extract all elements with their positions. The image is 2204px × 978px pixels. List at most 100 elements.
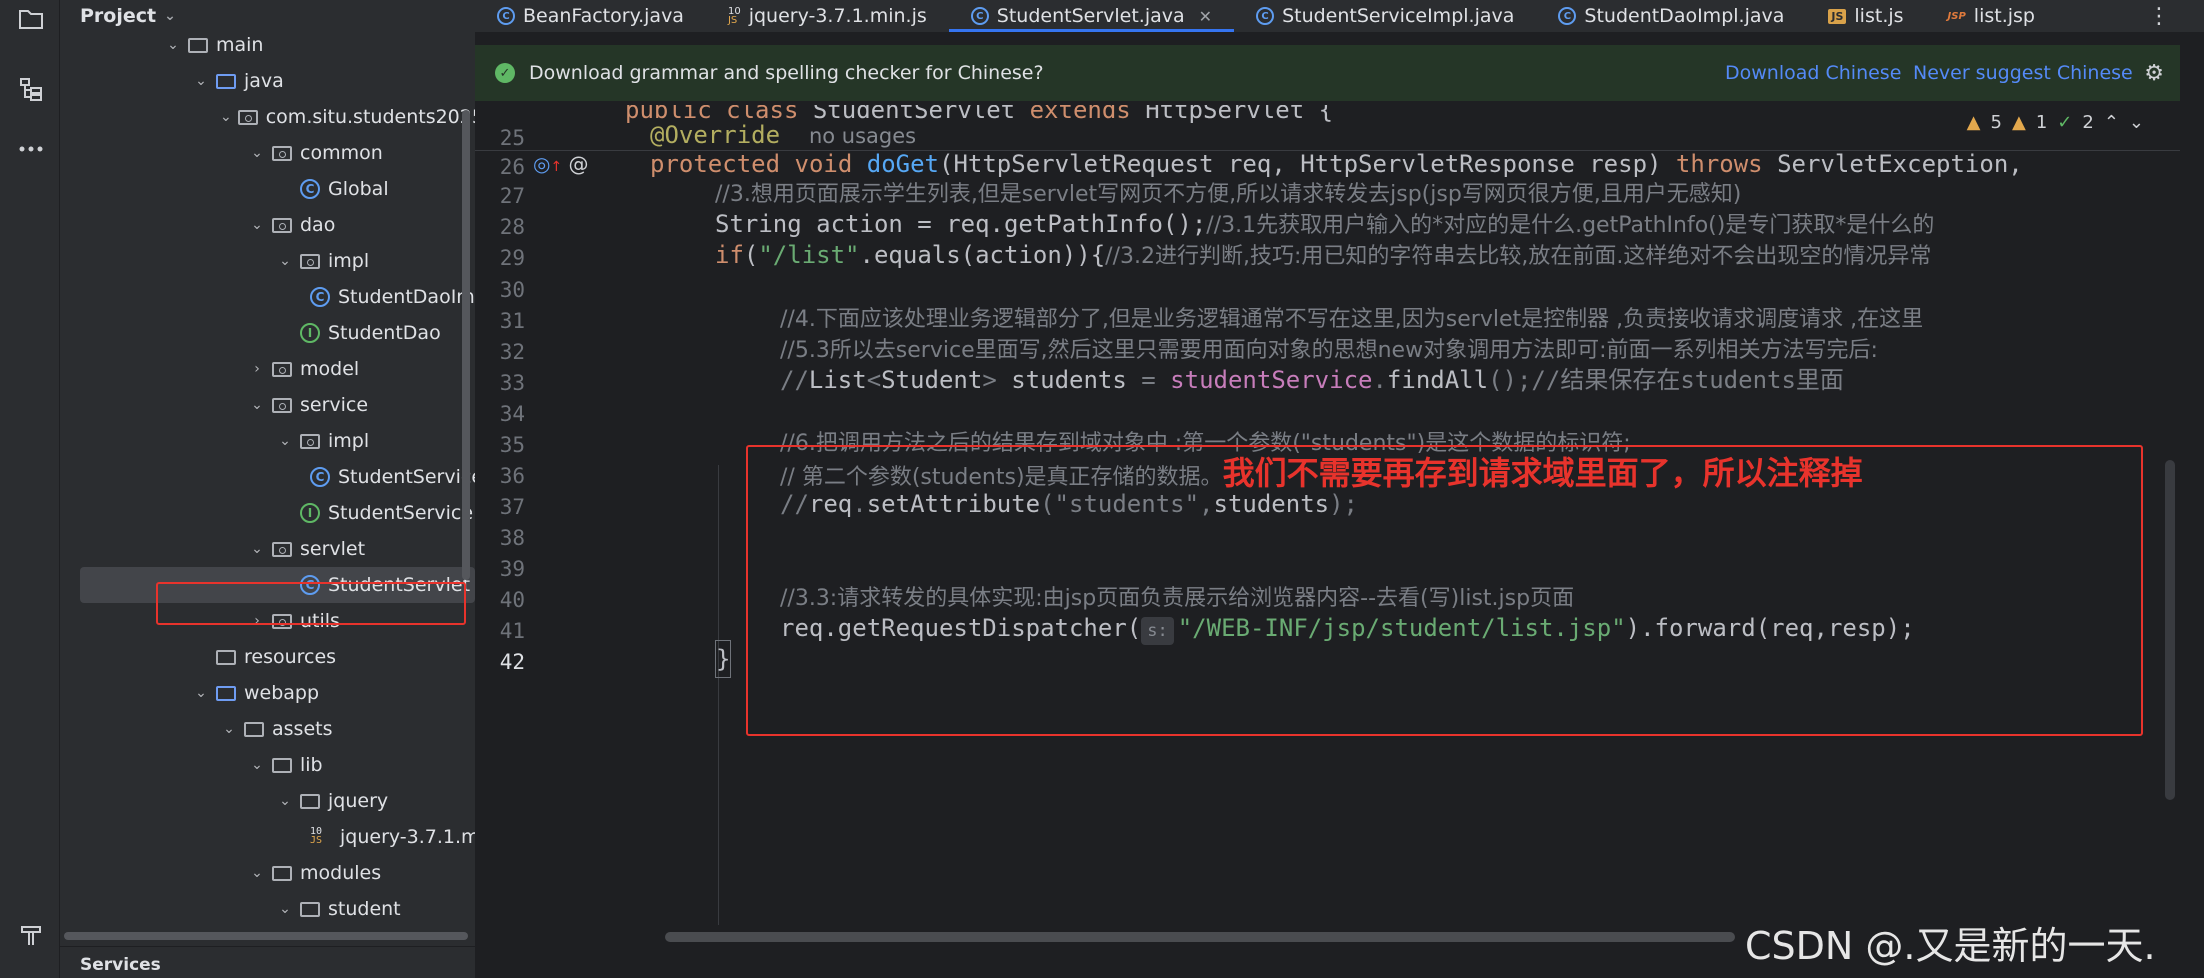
more-tools-icon[interactable] (14, 132, 48, 166)
chevron-down-icon[interactable]: ⌄ (2129, 112, 2144, 133)
chevron-down-icon[interactable]: ⌄ (276, 901, 294, 917)
tree-item-label: service (300, 394, 369, 416)
override-gutter-icon[interactable]: ◎↑ @ (533, 152, 589, 176)
chevron-down-icon[interactable]: ⌄ (276, 433, 294, 449)
chevron-down-icon[interactable]: ⌄ (276, 253, 294, 269)
tree-item[interactable]: ⌄ assets (60, 711, 475, 747)
tree-item-label: common (300, 142, 383, 164)
js-file-icon: 10 JS (310, 826, 323, 846)
tree-item[interactable]: › model (60, 351, 475, 387)
structure-icon[interactable] (14, 72, 48, 106)
chevron-up-icon[interactable]: ⌃ (2104, 112, 2119, 133)
tree-item-label: StudentServiceI (338, 466, 475, 488)
package-icon (237, 109, 258, 125)
tree-item[interactable]: ⌄ impl (60, 423, 475, 459)
editor-tab[interactable]: JS list.js (1806, 0, 1925, 32)
notification-banner: ✓ Download grammar and spelling checker … (475, 45, 2180, 101)
chevron-down-icon[interactable]: ⌄ (248, 217, 266, 233)
chevron-down-icon[interactable]: ⌄ (248, 397, 266, 413)
tree-item-label: assets (272, 718, 333, 740)
chevron-down-icon[interactable]: ⌄ (164, 8, 176, 24)
editor-tab[interactable]: C BeanFactory.java (475, 0, 706, 32)
class-icon: C (1256, 7, 1275, 25)
tree-item[interactable]: resources (60, 639, 475, 675)
tree-item[interactable]: C Global (60, 171, 475, 207)
chevron-down-icon[interactable]: ⌄ (276, 793, 294, 809)
chevron-down-icon[interactable]: ⌄ (248, 757, 266, 773)
class-icon: C (1558, 7, 1577, 25)
tree-item[interactable]: C StudentServiceI (60, 459, 475, 495)
tree-item[interactable]: ⌄ service (60, 387, 475, 423)
tree-item[interactable]: ⌄ servlet (60, 531, 475, 567)
close-icon[interactable]: ✕ (1199, 7, 1212, 26)
interface-icon: I (300, 323, 320, 343)
tree-item-label: main (216, 34, 264, 56)
tree-item-label: servlet (300, 538, 366, 560)
inspection-widget[interactable]: ▲ 5 ▲ 1 ✓ 2 ⌃ ⌄ (1967, 112, 2144, 133)
tree-item[interactable]: ⌄ webapp (60, 675, 475, 711)
chevron-down-icon[interactable]: ⌄ (248, 541, 266, 557)
chevron-down-icon[interactable]: ⌄ (192, 685, 210, 701)
services-tool-window[interactable]: Services (60, 946, 475, 978)
build-hammer-icon[interactable] (14, 918, 48, 952)
editor-tab[interactable]: C StudentServlet.java ✕ (948, 0, 1235, 32)
tree-item-label: jquery-3.7.1.min (340, 826, 475, 848)
editor-horizontal-scrollbar[interactable] (665, 932, 1735, 942)
editor-tab[interactable]: C StudentDaoImpl.java (1536, 0, 1806, 32)
editor-tab[interactable]: 10 JS jquery-3.7.1.min.js (706, 0, 949, 32)
chevron-down-icon[interactable]: ⌄ (192, 73, 210, 89)
watermark: CSDN @.又是新的一天. (1745, 924, 2156, 968)
ide-window: Project ⌄ ⌄ main ⌄ java ⌄ com.situ.students20… (0, 0, 2204, 978)
tree-item[interactable]: 10JS jquery-3.7.1.min (60, 819, 475, 855)
package-icon (272, 397, 292, 413)
editor-tab-bar: C BeanFactory.java 10 JS jquery-3.7.1.min.js… (475, 0, 2204, 32)
chevron-down-icon[interactable]: ⌄ (248, 865, 266, 881)
editor-tab[interactable]: C StudentServiceImpl.java (1234, 0, 1536, 32)
folder-icon (188, 37, 208, 53)
tree-item[interactable]: ⌄ jquery (60, 783, 475, 819)
tree-item[interactable]: ⌄ student (60, 891, 475, 927)
chevron-right-icon[interactable]: › (248, 361, 266, 377)
folder-icon (244, 721, 264, 737)
tree-item[interactable]: I StudentDao (60, 315, 475, 351)
editor-tab[interactable]: JSP list.jsp (1926, 0, 2057, 32)
tree-item-label: lib (300, 754, 323, 776)
tree-item[interactable]: I StudentService (60, 495, 475, 531)
tree-item[interactable]: ⌄ dao (60, 207, 475, 243)
tree-item[interactable]: ⌄ lib (60, 747, 475, 783)
tree-item[interactable]: ⌄ modules (60, 855, 475, 891)
source-folder-icon (216, 73, 236, 89)
warning-count: 5 (1990, 112, 2002, 133)
tree-item[interactable]: ⌄ com.situ.students20252 (60, 99, 475, 135)
tree-item[interactable]: ⌄ impl (60, 243, 475, 279)
tree-item[interactable]: ⌄ java (60, 63, 475, 99)
chevron-down-icon[interactable]: ⌄ (220, 721, 238, 737)
project-folder-icon[interactable] (14, 2, 48, 36)
project-panel: Project ⌄ ⌄ main ⌄ java ⌄ com.situ.students20… (60, 0, 475, 978)
js-icon: 10 JS (727, 6, 741, 26)
never-suggest-chinese-link[interactable]: Never suggest Chinese (1913, 62, 2133, 84)
tree-item-label: Global (328, 178, 389, 200)
tree-item-label: StudentService (328, 502, 474, 524)
class-icon: C (497, 7, 515, 25)
weak-warning-count: 1 (2035, 112, 2048, 133)
chevron-down-icon[interactable]: ⌄ (164, 37, 182, 53)
tabs-more-icon[interactable]: ⋮ (2148, 0, 2170, 32)
gear-icon[interactable]: ⚙ (2144, 61, 2164, 86)
download-chinese-link[interactable]: Download Chinese (1725, 62, 1901, 84)
tree-item[interactable]: ⌄ main (60, 27, 475, 63)
chevron-down-icon[interactable]: ⌄ (220, 109, 232, 125)
weak-warning-icon: ▲ (2011, 112, 2026, 133)
tree-item[interactable]: ⌄ common (60, 135, 475, 171)
package-icon (272, 145, 292, 161)
tree-item[interactable]: C StudentDaoImp (60, 279, 475, 315)
source-folder-icon (216, 685, 236, 701)
project-horizontal-scrollbar[interactable] (64, 932, 468, 940)
editor-vertical-scrollbar[interactable] (2165, 460, 2175, 800)
tree-item-label: impl (328, 430, 370, 452)
banner-message: Download grammar and spelling checker fo… (529, 62, 1044, 84)
project-vertical-scrollbar[interactable] (462, 110, 470, 580)
sticky-header-divider (475, 150, 2180, 151)
chevron-down-icon[interactable]: ⌄ (248, 145, 266, 161)
code-annotation-box (746, 445, 2143, 736)
